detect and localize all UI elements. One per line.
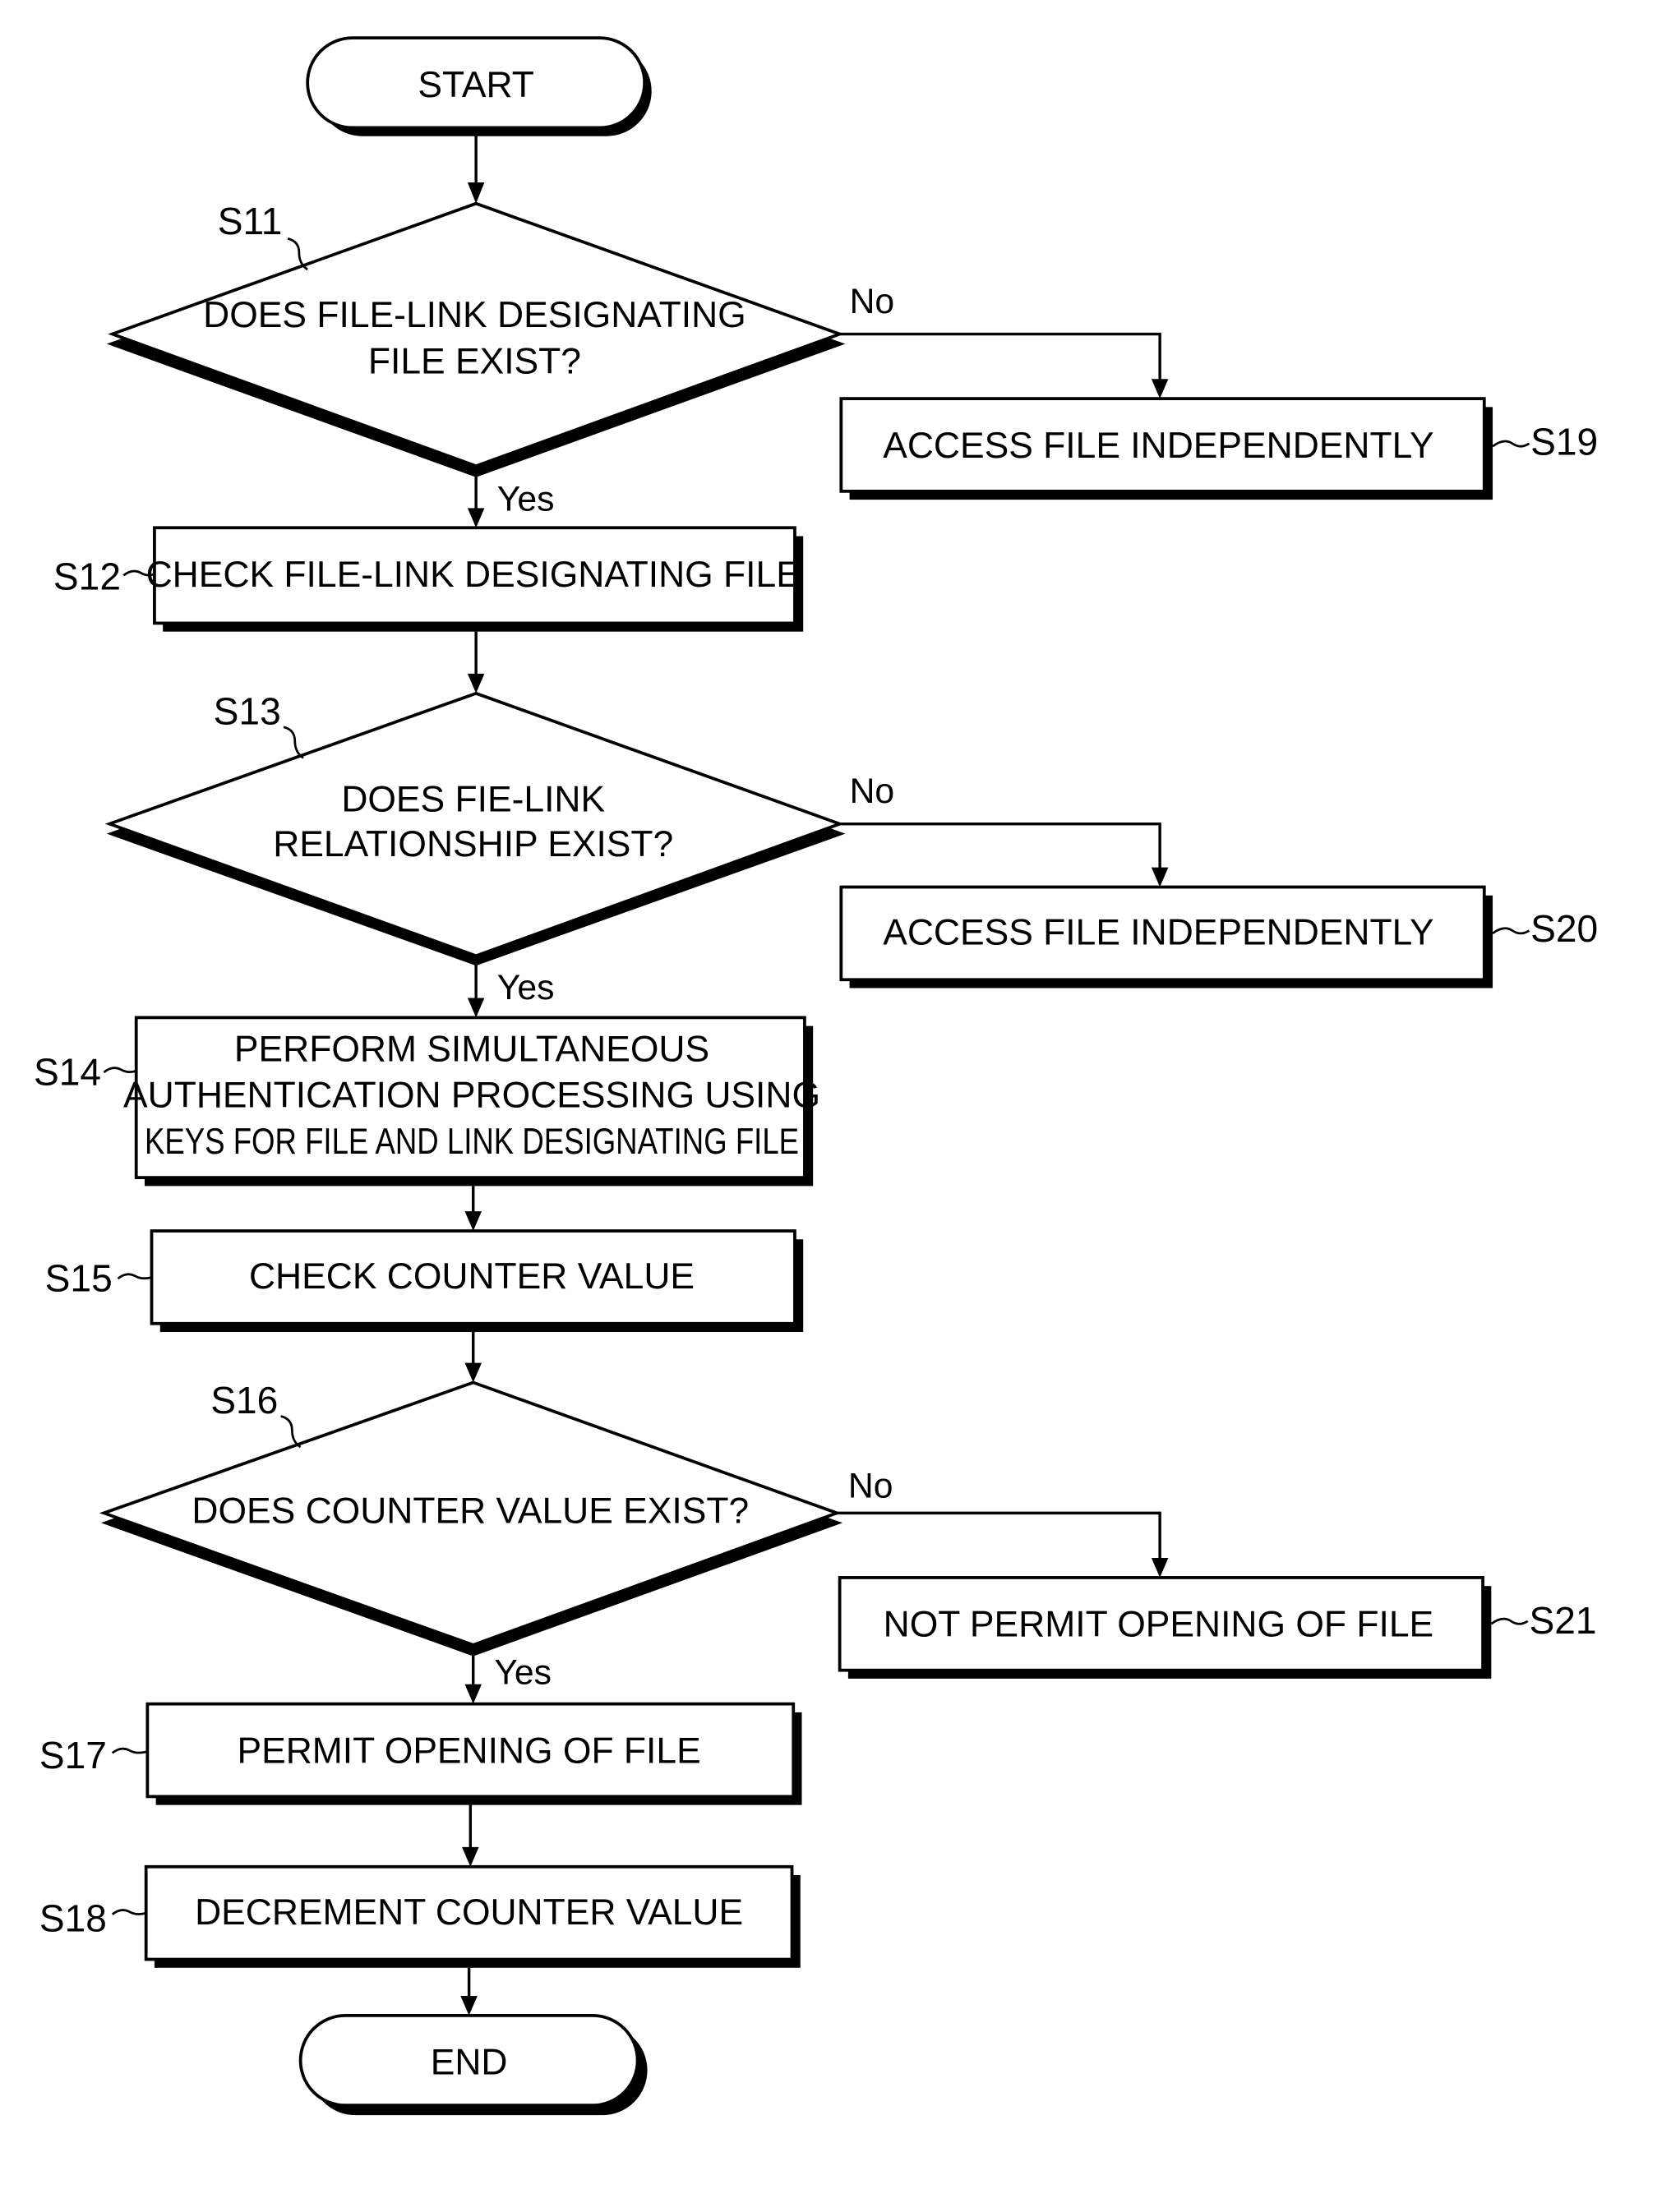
s11-yes-label: Yes [497, 480, 555, 519]
s13-leader [283, 726, 304, 759]
s12-step-id: S12 [53, 555, 121, 597]
s17-text: PERMIT OPENING OF FILE [237, 1730, 700, 1771]
start-terminal: START [306, 36, 652, 136]
s21-step-id: S21 [1529, 1599, 1596, 1642]
arrowhead [467, 673, 485, 694]
s20-text: ACCESS FILE INDEPENDENTLY [883, 913, 1433, 953]
process-s12: CHECK FILE-LINK DESIGNATING FILE [146, 526, 804, 632]
s11-text-line2: FILE EXIST? [368, 341, 581, 381]
start-label: START [418, 65, 533, 105]
edge-s16-s21 [837, 1511, 1161, 1561]
flowchart: START DOES FILE-LINK DESIGNATING FILE EX… [34, 36, 1598, 2116]
s16-yes-label: Yes [494, 1653, 552, 1693]
s20-leader [1492, 927, 1530, 935]
decision-s13: DOES FIE-LINK RELATIONSHIP EXIST? [104, 691, 846, 966]
s15-text: CHECK COUNTER VALUE [249, 1256, 695, 1297]
process-s18: DECREMENT COUNTER VALUE [144, 1864, 801, 1968]
s17-step-id: S17 [39, 1734, 107, 1777]
s15-leader [117, 1273, 152, 1280]
s13-text-line1: DOES FIE-LINK [341, 779, 605, 819]
process-s15: CHECK COUNTER VALUE [150, 1229, 804, 1333]
s13-yes-label: Yes [497, 968, 555, 1007]
s16-step-id: S16 [210, 1379, 278, 1422]
arrowhead [464, 1211, 482, 1232]
edge-s11-s19 [839, 332, 1161, 382]
s14-leader [103, 1067, 137, 1074]
s13-step-id: S13 [214, 689, 281, 732]
s19-step-id: S19 [1530, 420, 1598, 463]
s20-step-id: S20 [1530, 907, 1598, 950]
s17-leader [111, 1747, 148, 1754]
arrowhead [467, 508, 485, 528]
arrowhead [464, 1362, 482, 1383]
s11-step-id: S11 [218, 200, 283, 242]
s14-step-id: S14 [34, 1050, 101, 1093]
s18-leader [111, 1909, 147, 1915]
s14-text-line3: KEYS FOR FILE AND LINK DESIGNATING FILE [145, 1122, 799, 1162]
arrowhead [462, 1846, 479, 1867]
s15-step-id: S15 [45, 1256, 113, 1299]
edge-s13-s20 [839, 822, 1161, 871]
process-s17: PERMIT OPENING OF FILE [145, 1702, 802, 1805]
process-s21: NOT PERMIT OPENING OF FILE [838, 1576, 1492, 1679]
arrowhead [1151, 1558, 1169, 1578]
s12-text: CHECK FILE-LINK DESIGNATING FILE [146, 555, 801, 595]
s11-text-line1: DOES FILE-LINK DESIGNATING [203, 295, 746, 335]
arrowhead [467, 998, 485, 1018]
end-label: END [431, 2043, 508, 2083]
s14-text-line2: AUTHENTICATION PROCESSING USING [123, 1076, 820, 1116]
arrowhead [1151, 379, 1169, 399]
decision-s11: DOES FILE-LINK DESIGNATING FILE EXIST? [106, 201, 846, 477]
process-s14: PERFORM SIMULTANEOUS AUTHENTICATION PROC… [123, 1016, 820, 1187]
s21-text: NOT PERMIT OPENING OF FILE [884, 1605, 1434, 1645]
decision-s16: DOES COUNTER VALUE EXIST? [99, 1380, 843, 1657]
arrowhead [460, 1995, 478, 2016]
s18-text: DECREMENT COUNTER VALUE [195, 1892, 743, 1933]
s16-no-label: No [848, 1467, 893, 1506]
s19-text: ACCESS FILE INDEPENDENTLY [883, 426, 1433, 466]
process-s19: ACCESS FILE INDEPENDENTLY [839, 397, 1493, 500]
s21-leader [1490, 1617, 1529, 1625]
s13-text-line2: RELATIONSHIP EXIST? [273, 824, 673, 864]
end-terminal: END [298, 2013, 648, 2116]
s19-leader [1492, 440, 1530, 448]
process-s20: ACCESS FILE INDEPENDENTLY [839, 885, 1493, 988]
s16-text: DOES COUNTER VALUE EXIST? [192, 1491, 749, 1531]
arrowhead [467, 182, 485, 204]
s11-no-label: No [850, 282, 895, 321]
s14-text-line1: PERFORM SIMULTANEOUS [234, 1029, 709, 1069]
s16-leader [280, 1415, 302, 1449]
arrowhead [1151, 867, 1169, 887]
s13-no-label: No [850, 772, 895, 811]
s18-step-id: S18 [39, 1896, 107, 1939]
arrowhead [464, 1684, 482, 1704]
